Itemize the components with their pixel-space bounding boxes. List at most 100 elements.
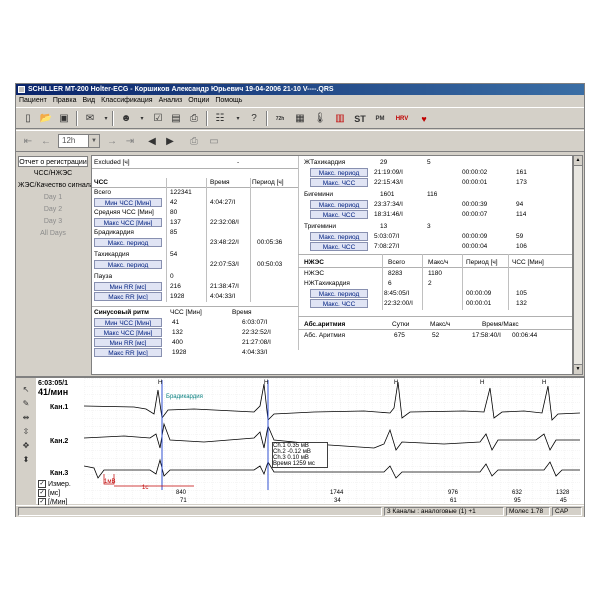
sinus-max-hr-button[interactable]: Макс ЧСС [Мин] — [94, 328, 162, 337]
trigeminy-label: Тригемини — [304, 223, 337, 230]
bigeminy-max-hr-button[interactable]: Макс. ЧСС — [310, 210, 368, 219]
main-window: SCHILLER MT-200 Holter-ECG - Коршиков Ал… — [15, 83, 585, 517]
menu-patient[interactable]: Пациент — [16, 95, 50, 106]
af-label: Абс. Аритмия — [304, 332, 346, 339]
save-disk-icon[interactable]: ▣ — [56, 111, 72, 126]
nav-vpb-quality[interactable]: ЖЭС/Качество сигнала — [18, 180, 94, 191]
vt-label: ЖТахикардия — [304, 159, 346, 166]
vt-max-period-button[interactable]: Макс. период — [310, 168, 368, 177]
st-analysis-button[interactable]: ST — [352, 111, 368, 126]
svt-max-hr-button[interactable]: Макс. ЧСС — [310, 299, 368, 308]
bigeminy-max-period-button[interactable]: Макс. период — [310, 200, 368, 209]
sinus-max-rr-time: 4:04:33/I — [242, 349, 268, 356]
zoom-select[interactable]: 12h ▼ — [58, 134, 100, 148]
dropdown-arrow-icon[interactable]: ▾ — [230, 111, 246, 126]
brady-label: Брадикардия — [94, 229, 134, 236]
forward-arrow-icon[interactable]: ▶ — [162, 134, 178, 149]
svpb-col-hr: ЧСС [Мин] — [512, 259, 544, 266]
last-page-icon[interactable]: ⇥ — [122, 134, 138, 149]
brady-period-button[interactable]: Макс. период — [94, 238, 162, 247]
ms-checkbox[interactable]: ✓ [мс] — [38, 489, 60, 497]
menu-edit[interactable]: Правка — [50, 95, 80, 106]
hr-readout: 6:03:05/1 41/мин — [38, 380, 88, 397]
horizontal-zoom-icon[interactable]: ⇹ — [20, 412, 32, 423]
af-header: Абс.аритмия — [304, 321, 346, 328]
hr-section-header: ЧСС — [94, 179, 108, 186]
hr-col-period: Период [ч] — [252, 179, 284, 186]
menu-view[interactable]: Вид — [79, 95, 98, 106]
rr-value: 840 — [176, 490, 187, 496]
hrv-button[interactable]: HRV — [394, 111, 410, 126]
help-arrow-icon[interactable]: ? — [246, 111, 262, 126]
prev-page-icon[interactable]: ← — [38, 134, 54, 149]
scroll-up-icon[interactable]: ▲ — [574, 156, 582, 166]
ecg-strip-panel: ↖ ✎ ⇹ ⇳ ✥ ⬍ 6:03:05/1 41/мин Кан.1 Кан.2… — [16, 376, 584, 506]
scroll-down-icon[interactable]: ▼ — [574, 364, 582, 374]
notes-icon[interactable]: ▤ — [168, 111, 184, 126]
vt-max-hr-button[interactable]: Макс. ЧСС — [310, 178, 368, 187]
pencil-icon[interactable]: ✎ — [20, 398, 32, 409]
next-page-icon[interactable]: → — [104, 134, 120, 149]
svpb-label: НЖЭС — [304, 270, 325, 277]
trigeminy-max-period-button[interactable]: Макс. период — [310, 232, 368, 241]
sinus-header: Синусовый ритм — [94, 309, 149, 316]
ecg-waveform[interactable]: H H H H H Брадикардия 1мВ 1с 840 1744 97… — [84, 378, 580, 504]
title-bar[interactable]: SCHILLER MT-200 Holter-ECG - Коршиков Ал… — [16, 84, 584, 95]
new-document-icon[interactable]: ▯ — [20, 111, 36, 126]
sinus-max-rr-button[interactable]: Макс RR [мс] — [94, 348, 162, 357]
status-channels: 3 Каналы : аналоговые (1) +1 — [384, 507, 504, 516]
tree-list-icon[interactable]: ☷ — [212, 111, 228, 126]
back-arrow-icon[interactable]: ◀ — [144, 134, 160, 149]
report-scrollbar[interactable]: ▲ ▼ — [573, 155, 583, 375]
heart-icon[interactable]: ♥ — [416, 111, 432, 126]
menu-options[interactable]: Опции — [185, 95, 212, 106]
dropdown-arrow-icon[interactable]: ▾ — [134, 111, 150, 126]
hr-min-value: 42 — [170, 199, 178, 206]
sinus-col-hr: ЧСС [Мин] — [170, 309, 202, 316]
max-rr-button[interactable]: Макс RR [мс] — [94, 292, 162, 301]
first-page-icon[interactable]: ⇤ — [20, 134, 36, 149]
expand-icon[interactable]: ✥ — [20, 440, 32, 451]
checkbox-edit-icon[interactable]: ☑ — [150, 111, 166, 126]
nav-registration-report[interactable]: Отчет о регистрации — [18, 156, 88, 167]
status-caps: CAP — [552, 507, 582, 516]
hr-min-button[interactable]: Мин ЧСС [Мин] — [94, 198, 162, 207]
menu-bar: Пациент Правка Вид Классификация Анализ Опции… — [16, 95, 584, 106]
page-layout-icon[interactable]: ▭ — [206, 134, 222, 149]
sinus-min-hr-button[interactable]: Мин ЧСС [Мин] — [94, 318, 162, 327]
menu-analysis[interactable]: Анализ — [156, 95, 186, 106]
printer-icon[interactable]: ⎙ — [186, 111, 202, 126]
measure-checkbox[interactable]: ✓ Измер. — [38, 480, 71, 488]
menu-classification[interactable]: Классификация — [98, 95, 155, 106]
print-preview-icon[interactable]: ⎙ — [186, 134, 202, 149]
grid-table-icon[interactable]: ▦ — [292, 111, 308, 126]
amplitude-icon[interactable]: ⬍ — [20, 454, 32, 465]
sinus-min-rr-button[interactable]: Мин RR [мс] — [94, 338, 162, 347]
trigeminy-count: 13 — [380, 223, 388, 230]
af-col-time: Время/Макс — [482, 321, 519, 328]
open-folder-icon[interactable]: 📂 — [38, 111, 54, 126]
tachy-period-button[interactable]: Макс. период — [94, 260, 162, 269]
svt-max-period-button[interactable]: Макс. период — [310, 289, 368, 298]
vertical-zoom-icon[interactable]: ⇳ — [20, 426, 32, 437]
svt-label: НЖТахикардия — [304, 280, 350, 287]
bigeminy-max-period-period: 00:00:39 — [462, 201, 488, 208]
hr-avg-value: 80 — [170, 209, 178, 216]
thermometer-icon[interactable]: 🌡 — [312, 111, 328, 126]
envelope-icon[interactable]: ✉ — [82, 111, 98, 126]
min-rr-button[interactable]: Мин RR [мс] — [94, 282, 162, 291]
hr-72h-icon[interactable]: 72h — [272, 111, 288, 126]
excluded-value: - — [237, 159, 240, 166]
pointer-icon[interactable]: ↖ — [20, 384, 32, 395]
sinus-min-hr-value: 41 — [172, 319, 180, 326]
hr-max-button[interactable]: Макс ЧСС [Мин] — [94, 218, 162, 227]
nav-hr-svpb[interactable]: ЧСС/НЖЭС — [18, 168, 88, 179]
trigeminy-max-hr-button[interactable]: Макс. ЧСС — [310, 242, 368, 251]
trigeminy-max-hr-time: 7:08:27/I — [374, 243, 400, 250]
navigation-toolbar: ⇤ ← 12h ▼ → ⇥ ◀ ▶ ⎙ ▭ — [16, 130, 584, 152]
bars-chart-icon[interactable]: ▥ — [332, 111, 348, 126]
hr-total-value: 122341 — [170, 189, 192, 196]
patient-head-icon[interactable]: ☻ — [118, 111, 134, 126]
pacemaker-button[interactable]: PM — [372, 111, 388, 126]
menu-help[interactable]: Помощь — [212, 95, 245, 106]
